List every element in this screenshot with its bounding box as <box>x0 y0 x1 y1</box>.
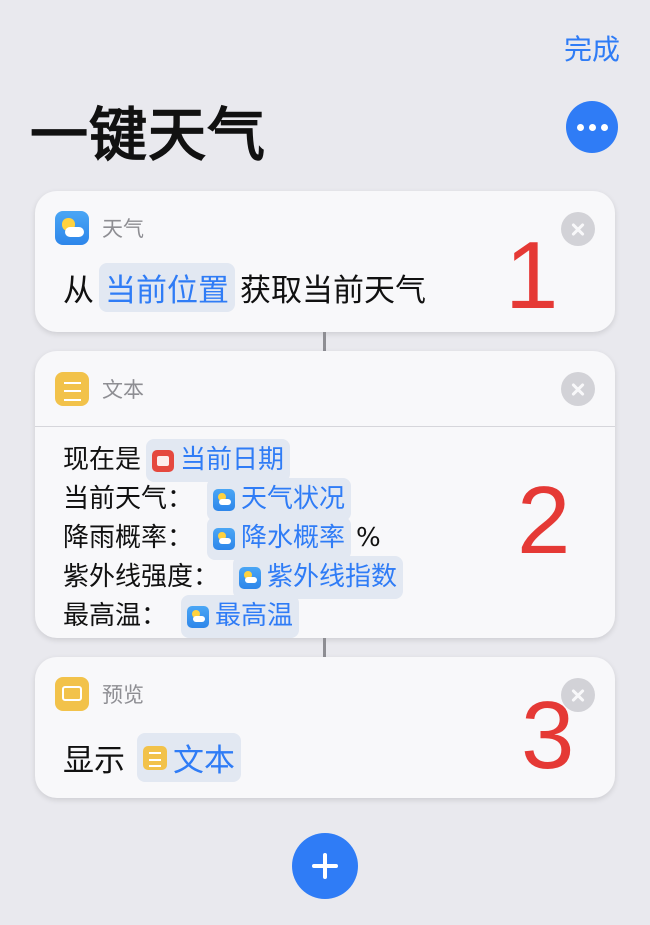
weather-icon <box>239 566 262 589</box>
token-label: 降水概率 <box>241 523 346 553</box>
text-icon <box>143 745 167 770</box>
card-header: 天气 <box>55 211 144 245</box>
page-title: 一键天气 <box>30 101 267 169</box>
weather-icon <box>213 488 236 511</box>
location-token[interactable]: 当前位置 <box>99 263 235 312</box>
annotation-number: 2 <box>517 467 571 574</box>
preview-action-card[interactable]: 预览 显示 文本 3 <box>35 657 615 798</box>
action-prefix: 从 <box>63 273 94 309</box>
connector-line <box>323 638 326 657</box>
weather-app-icon <box>55 211 89 245</box>
line-label: 降雨概率： <box>63 523 194 553</box>
action-sentence: 从 当前位置 获取当前天气 <box>63 263 426 312</box>
divider <box>35 426 615 427</box>
close-icon[interactable] <box>561 372 595 406</box>
weather-icon <box>187 605 210 628</box>
current-date-token[interactable]: 当前日期 <box>146 439 291 482</box>
ellipsis-dot <box>600 123 608 131</box>
text-content[interactable]: 现在是 当前日期 当前天气： 天气状况 降雨概率： 降水概率 % 紫外线强度： … <box>63 439 408 638</box>
weather-condition-token[interactable]: 天气状况 <box>207 478 352 521</box>
action-sentence: 显示 文本 <box>63 733 246 782</box>
ellipsis-icon <box>576 123 584 131</box>
weather-action-card[interactable]: 天气 从 当前位置 获取当前天气 1 <box>35 191 615 332</box>
line-suffix: % <box>356 523 381 553</box>
token-label: 天气状况 <box>241 484 346 514</box>
action-suffix: 获取当前天气 <box>240 273 426 309</box>
card-header: 预览 <box>55 677 144 711</box>
card-header: 文本 <box>55 372 144 406</box>
text-line: 当前天气： 天气状况 <box>63 478 408 521</box>
text-line: 最高温： 最高温 <box>63 595 408 638</box>
action-prefix: 显示 <box>63 743 125 779</box>
line-label: 最高温： <box>63 601 168 631</box>
calendar-icon <box>152 449 175 472</box>
plus-icon[interactable] <box>292 833 358 899</box>
high-temperature-token[interactable]: 最高温 <box>181 595 300 638</box>
connector-line <box>323 332 326 351</box>
line-label: 现在是 <box>63 445 142 475</box>
app-label: 天气 <box>102 217 144 241</box>
text-variable-token[interactable]: 文本 <box>137 733 241 782</box>
preview-app-icon <box>55 677 89 711</box>
text-line: 现在是 当前日期 <box>63 439 408 482</box>
app-label: 预览 <box>102 683 144 707</box>
app-label: 文本 <box>102 378 144 402</box>
token-label: 当前日期 <box>180 445 285 475</box>
token-label: 最高温 <box>215 601 294 631</box>
annotation-number: 1 <box>505 222 559 329</box>
close-icon[interactable] <box>561 212 595 246</box>
line-label: 紫外线强度： <box>63 562 220 592</box>
text-line: 紫外线强度： 紫外线指数 <box>63 556 408 599</box>
precipitation-chance-token[interactable]: 降水概率 <box>207 517 352 560</box>
line-label: 当前天气： <box>63 484 194 514</box>
text-app-icon <box>55 372 89 406</box>
done-button[interactable]: 完成 <box>564 28 620 68</box>
weather-icon <box>213 527 236 550</box>
more-options-button[interactable] <box>566 101 618 153</box>
text-line: 降雨概率： 降水概率 % <box>63 517 408 560</box>
token-label: 文本 <box>173 743 235 779</box>
ellipsis-dot <box>588 123 596 131</box>
annotation-number: 3 <box>521 682 575 789</box>
uv-index-token[interactable]: 紫外线指数 <box>233 556 404 599</box>
text-action-card[interactable]: 文本 现在是 当前日期 当前天气： 天气状况 降雨概率： 降水概率 % 紫外线强… <box>35 351 615 638</box>
token-label: 紫外线指数 <box>267 562 398 592</box>
token-label: 当前位置 <box>105 273 229 309</box>
